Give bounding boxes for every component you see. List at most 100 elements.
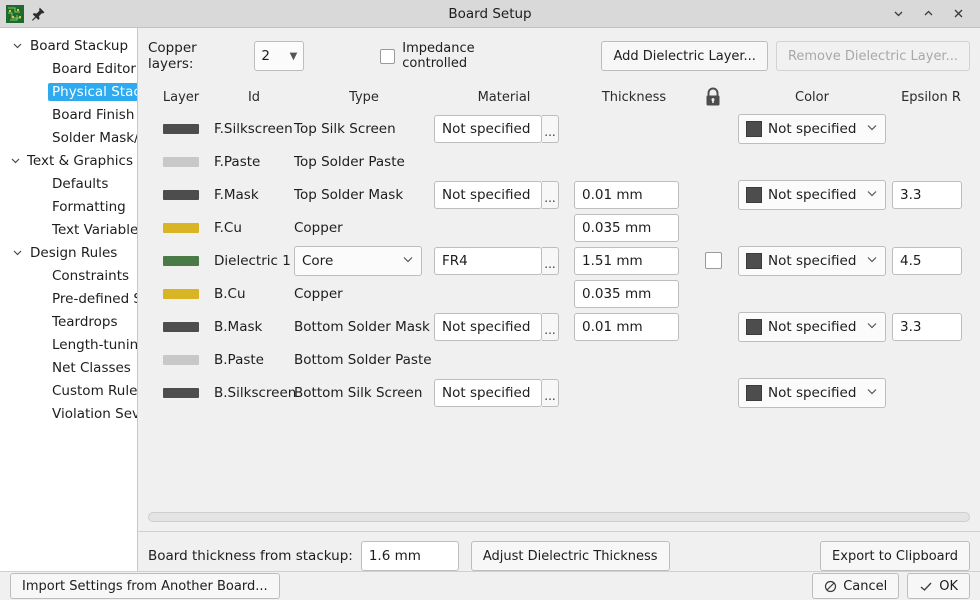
chevron-down-icon[interactable] — [8, 40, 26, 51]
color-cell: Not specified — [732, 245, 892, 276]
table-row: Dielectric 1 Core FR4... 1.51 mm Not specifi… — [148, 244, 970, 277]
dielectric-type-select[interactable]: Core — [294, 245, 422, 276]
thickness-input[interactable]: 0.035 mm — [574, 279, 679, 308]
layer-color-value: Not specified — [768, 384, 857, 401]
scrollbar-track[interactable] — [148, 512, 970, 522]
material-browse-button[interactable]: ... — [542, 114, 559, 143]
material-browse-button[interactable]: ... — [542, 180, 559, 209]
chevron-down-icon: ▼ — [289, 50, 298, 62]
board-thickness-value: 1.6 mm — [360, 541, 459, 571]
material-browse-button[interactable]: ... — [542, 246, 559, 275]
chevron-down-icon — [866, 254, 878, 267]
board-thickness-label: Board thickness from stackup: — [148, 548, 353, 564]
swatch — [163, 189, 199, 200]
layer-id: F.Silkscreen — [214, 121, 294, 137]
color-cell: Not specified — [732, 179, 892, 210]
sidebar-item-length-tuning-patterns[interactable]: Length-tuning Patterns — [0, 333, 137, 356]
thickness-input[interactable]: 1.51 mm — [574, 246, 679, 275]
layer-color-swatch — [148, 387, 214, 398]
sidebar-item-text-variables[interactable]: Text Variables — [0, 218, 137, 241]
sidebar-item-violation-severity[interactable]: Violation Severity — [0, 402, 137, 425]
chevron-down-icon[interactable] — [8, 247, 26, 258]
material-cell: Not specified... — [434, 378, 574, 407]
horizontal-scrollbar[interactable] — [138, 512, 980, 522]
material-browse-button[interactable]: ... — [542, 312, 559, 341]
layer-id-label: B.Paste — [214, 351, 264, 368]
layer-id: B.Mask — [214, 319, 294, 335]
thickness-input[interactable]: 0.01 mm — [574, 312, 679, 341]
sidebar-item-board-finish[interactable]: Board Finish — [0, 103, 137, 126]
layer-color-swatch — [148, 321, 214, 332]
close-button[interactable] — [950, 6, 966, 22]
layer-color-swatch — [148, 189, 214, 200]
layer-type: Copper — [294, 286, 434, 302]
layer-color-select[interactable]: Not specified — [738, 113, 886, 144]
epsilon-r-input[interactable]: 3.3 — [892, 180, 962, 209]
maximize-button[interactable] — [920, 6, 936, 22]
sidebar-item-net-classes[interactable]: Net Classes — [0, 356, 137, 379]
sidebar-item-label: Formatting — [52, 198, 126, 215]
material-cell: FR4... — [434, 246, 574, 275]
settings-tree[interactable]: Board Stackup Board Editor Layers Physical… — [0, 28, 138, 571]
swatch — [163, 354, 199, 365]
thickness-input[interactable]: 0.01 mm — [574, 180, 679, 209]
sidebar-item-solder-mask-paste[interactable]: Solder Mask/Paste — [0, 126, 137, 149]
layer-color-value: Not specified — [768, 120, 857, 137]
layer-type: Bottom Solder Mask — [294, 319, 434, 335]
sidebar-item-board-editor-layers[interactable]: Board Editor Layers — [0, 57, 137, 80]
layer-color-select[interactable]: Not specified — [738, 245, 886, 276]
material-cell: Not specified... — [434, 312, 574, 341]
material-browse-button[interactable]: ... — [542, 378, 559, 407]
layer-color-swatch — [148, 354, 214, 365]
material-input[interactable]: FR4 — [434, 246, 542, 275]
layer-id: B.Silkscreen — [214, 385, 296, 401]
sidebar-item-custom-rules[interactable]: Custom Rules — [0, 379, 137, 402]
chevron-down-icon — [866, 188, 878, 201]
minimize-button[interactable] — [890, 6, 906, 22]
sidebar-item-pre-defined-sizes[interactable]: Pre-defined Sizes — [0, 287, 137, 310]
dielectric-type-value: Core — [302, 252, 334, 269]
sidebar-item-label: Pre-defined Sizes — [52, 290, 137, 307]
epsilon-r-input[interactable]: 3.3 — [892, 312, 962, 341]
thickness-lock-cell — [694, 252, 732, 269]
import-settings-button[interactable]: Import Settings from Another Board... — [10, 573, 280, 599]
material-input[interactable]: Not specified — [434, 114, 542, 143]
epsilon-r-input[interactable]: 4.5 — [892, 246, 962, 275]
ok-button[interactable]: OK — [907, 573, 970, 599]
cancel-button[interactable]: Cancel — [812, 573, 900, 599]
layer-type[interactable]: Core — [294, 245, 434, 276]
physical-stackup-panel: Copper layers: 2 ▼ Impedance controlled … — [138, 28, 980, 571]
sidebar-item-label: Defaults — [52, 175, 109, 192]
copper-layers-select[interactable]: 2 ▼ — [254, 41, 305, 71]
layer-color-select[interactable]: Not specified — [738, 377, 886, 408]
chevron-down-icon[interactable] — [8, 155, 23, 166]
sidebar-item-text-graphics[interactable]: Text & Graphics — [0, 149, 137, 172]
sidebar-item-formatting[interactable]: Formatting — [0, 195, 137, 218]
color-preview-swatch — [746, 186, 762, 203]
material-input[interactable]: Not specified — [434, 378, 542, 407]
export-to-clipboard-button[interactable]: Export to Clipboard — [820, 541, 970, 571]
thickness-input[interactable]: 0.035 mm — [574, 213, 679, 242]
sidebar-item-physical-stackup[interactable]: Physical Stackup — [0, 80, 137, 103]
layer-color-select[interactable]: Not specified — [738, 311, 886, 342]
sidebar-item-constraints[interactable]: Constraints — [0, 264, 137, 287]
thickness-lock-checkbox[interactable] — [704, 252, 722, 269]
layer-color-select[interactable]: Not specified — [738, 179, 886, 210]
header-id: Id — [247, 89, 261, 105]
layer-color-swatch — [148, 123, 214, 134]
sidebar-item-teardrops[interactable]: Teardrops — [0, 310, 137, 333]
adjust-dielectric-thickness-button[interactable]: Adjust Dielectric Thickness — [470, 541, 670, 571]
impedance-controlled-checkbox[interactable]: Impedance controlled — [380, 41, 543, 71]
material-input[interactable]: Not specified — [434, 312, 542, 341]
sidebar-item-label: Constraints — [52, 267, 130, 284]
sidebar-item-design-rules[interactable]: Design Rules — [0, 241, 137, 264]
sidebar-item-board-stackup[interactable]: Board Stackup — [0, 34, 137, 57]
material-input[interactable]: Not specified — [434, 180, 542, 209]
swatch — [163, 123, 199, 134]
pin-icon[interactable] — [30, 6, 46, 22]
epsilon-r-cell: 4.5 — [892, 246, 970, 275]
swatch — [163, 387, 199, 398]
add-dielectric-layer-button[interactable]: Add Dielectric Layer... — [601, 41, 768, 71]
table-row: F.Mask Top Solder Mask Not specified... 0.0… — [148, 178, 970, 211]
sidebar-item-defaults[interactable]: Defaults — [0, 172, 137, 195]
